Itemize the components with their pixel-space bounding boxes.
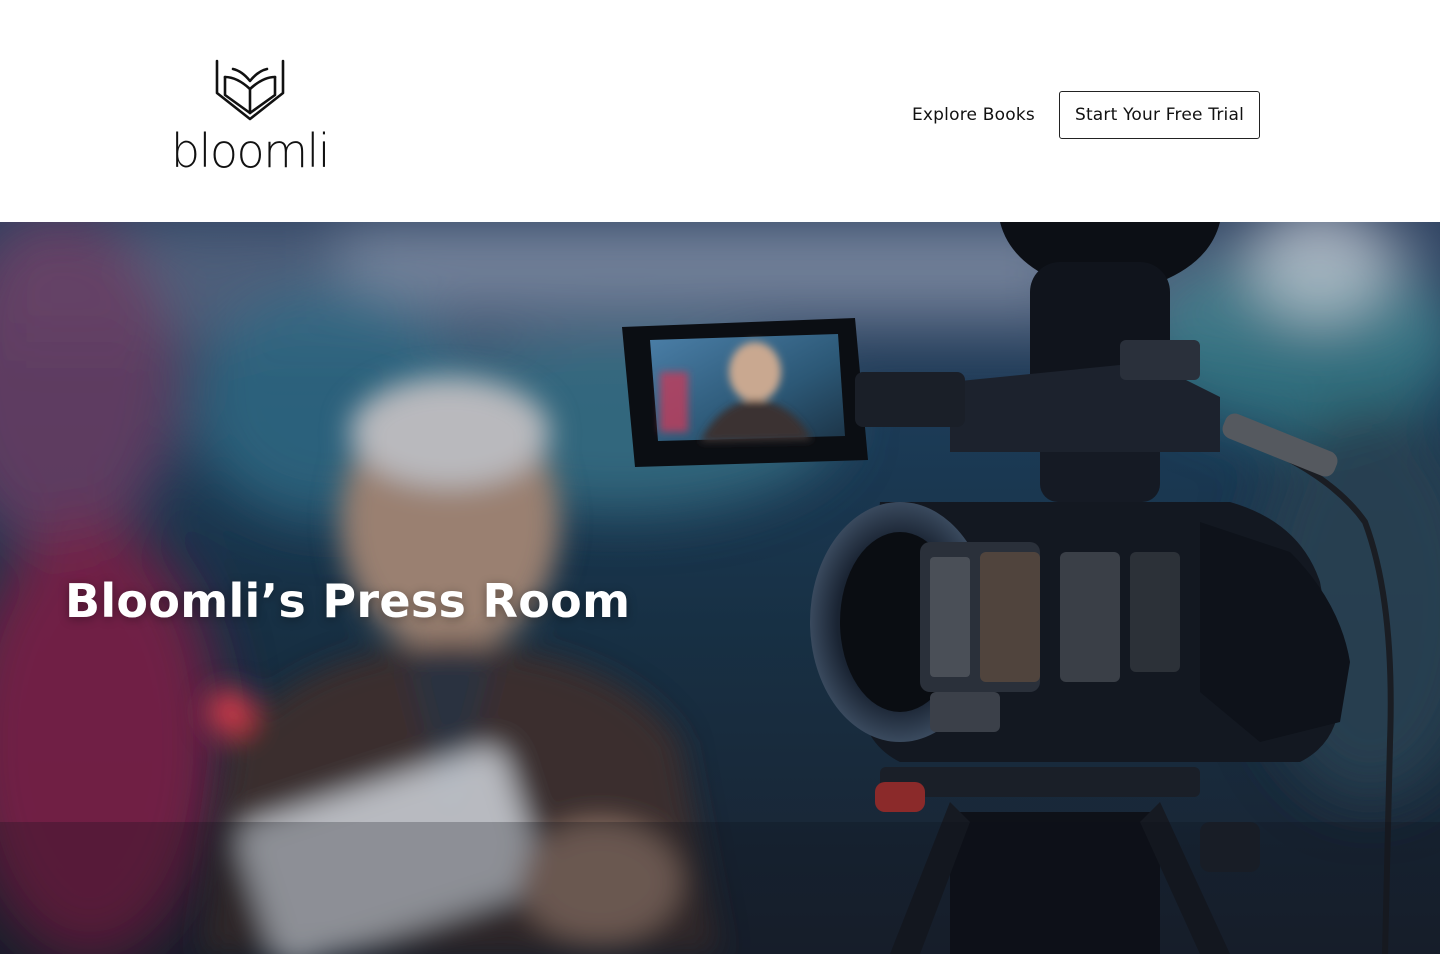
hero-title: Bloomli’s Press Room <box>65 574 631 628</box>
brand-logo[interactable]: bloomli <box>170 55 331 180</box>
hero-banner: Bloomli’s Press Room <box>0 222 1440 954</box>
brand-wordmark: bloomli <box>170 124 331 178</box>
site-header: bloomli Explore Books Start Your Free Tr… <box>0 0 1440 222</box>
start-free-trial-button[interactable]: Start Your Free Trial <box>1058 91 1260 139</box>
open-book-icon <box>215 59 285 121</box>
explore-books-link[interactable]: Explore Books <box>912 105 1035 125</box>
main-nav: Explore Books Start Your Free Trial <box>912 90 1260 140</box>
